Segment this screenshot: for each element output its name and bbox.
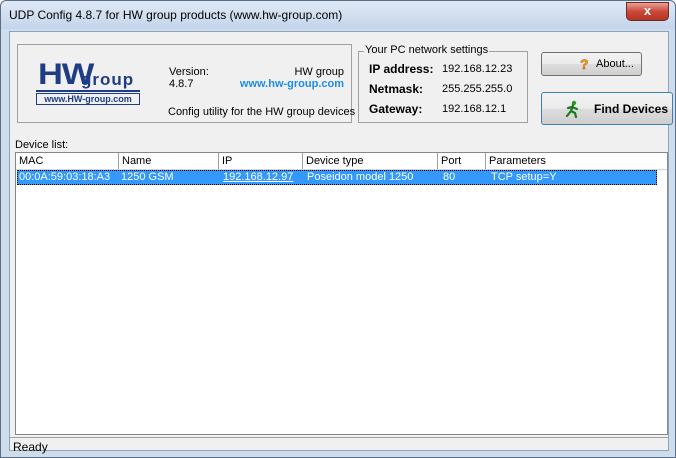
find-devices-button[interactable]: Find Devices: [541, 92, 673, 125]
close-icon: x: [643, 3, 652, 18]
device-list-label: Device list:: [15, 139, 69, 151]
column-header-mac[interactable]: MAC: [16, 153, 119, 169]
column-header-ip[interactable]: IP: [219, 153, 303, 169]
about-button[interactable]: ? About...: [541, 52, 642, 76]
about-button-label: About...: [596, 58, 634, 70]
status-text: Ready: [13, 440, 48, 454]
cell-port: 80: [443, 171, 456, 183]
client-area: HW group www.HW-group.com Version: 4.8.7…: [9, 31, 673, 454]
column-header-parameters[interactable]: Parameters: [486, 153, 667, 169]
status-bar: Ready: [10, 437, 668, 454]
find-devices-label: Find Devices: [594, 102, 669, 116]
website-link[interactable]: www.hw-group.com: [240, 78, 344, 90]
network-group-legend: Your PC network settings: [364, 44, 490, 56]
column-header-name[interactable]: Name: [119, 153, 219, 169]
svg-text:?: ?: [580, 57, 589, 71]
logo-underline: [36, 90, 140, 92]
window-title: UDP Config 4.8.7 for HW group products (…: [9, 8, 343, 22]
netmask-label: Netmask:: [369, 82, 424, 96]
product-info-panel: HW group www.HW-group.com Version: 4.8.7…: [17, 44, 356, 123]
column-header-device-type[interactable]: Device type: [303, 153, 438, 169]
pc-network-settings-group: Your PC network settings IP address: 192…: [358, 44, 528, 123]
ip-address-label: IP address:: [369, 62, 434, 76]
company-name: HW group: [294, 66, 344, 78]
ip-address-value: 192.168.12.23: [442, 63, 513, 75]
tagline: Config utility for the HW group devices: [168, 106, 356, 118]
netmask-value: 255.255.255.0: [442, 83, 513, 95]
running-man-icon: [565, 100, 579, 118]
cell-device-type: Poseidon model 1250: [307, 171, 414, 183]
gateway-value: 192.168.12.1: [442, 103, 507, 115]
version-label: Version:: [169, 66, 209, 78]
version-value: 4.8.7: [169, 78, 194, 90]
logo-url: www.HW-group.com: [36, 93, 140, 105]
cell-mac: 00:0A:59:03:18:A3: [19, 171, 111, 183]
hw-group-logo: HW group www.HW-group.com: [36, 59, 140, 106]
cell-name: 1250 GSM: [121, 171, 174, 183]
table-row[interactable]: 00:0A:59:03:18:A3 1250 GSM 192.168.12.97…: [17, 170, 657, 185]
logo-group-text: group: [81, 70, 135, 89]
gateway-label: Gateway:: [369, 102, 423, 116]
title-bar[interactable]: UDP Config 4.8.7 for HW group products (…: [1, 1, 675, 29]
question-icon: ?: [580, 57, 589, 71]
cell-ip-link[interactable]: 192.168.12.97: [223, 170, 293, 185]
app-window: UDP Config 4.8.7 for HW group products (…: [0, 0, 676, 458]
close-button[interactable]: x: [626, 2, 669, 21]
column-header-port[interactable]: Port: [438, 153, 486, 169]
device-list-table[interactable]: MAC Name IP Device type Port Parameters …: [15, 152, 668, 435]
device-list-header: MAC Name IP Device type Port Parameters: [16, 153, 667, 170]
cell-parameters: TCP setup=Y: [491, 171, 557, 183]
